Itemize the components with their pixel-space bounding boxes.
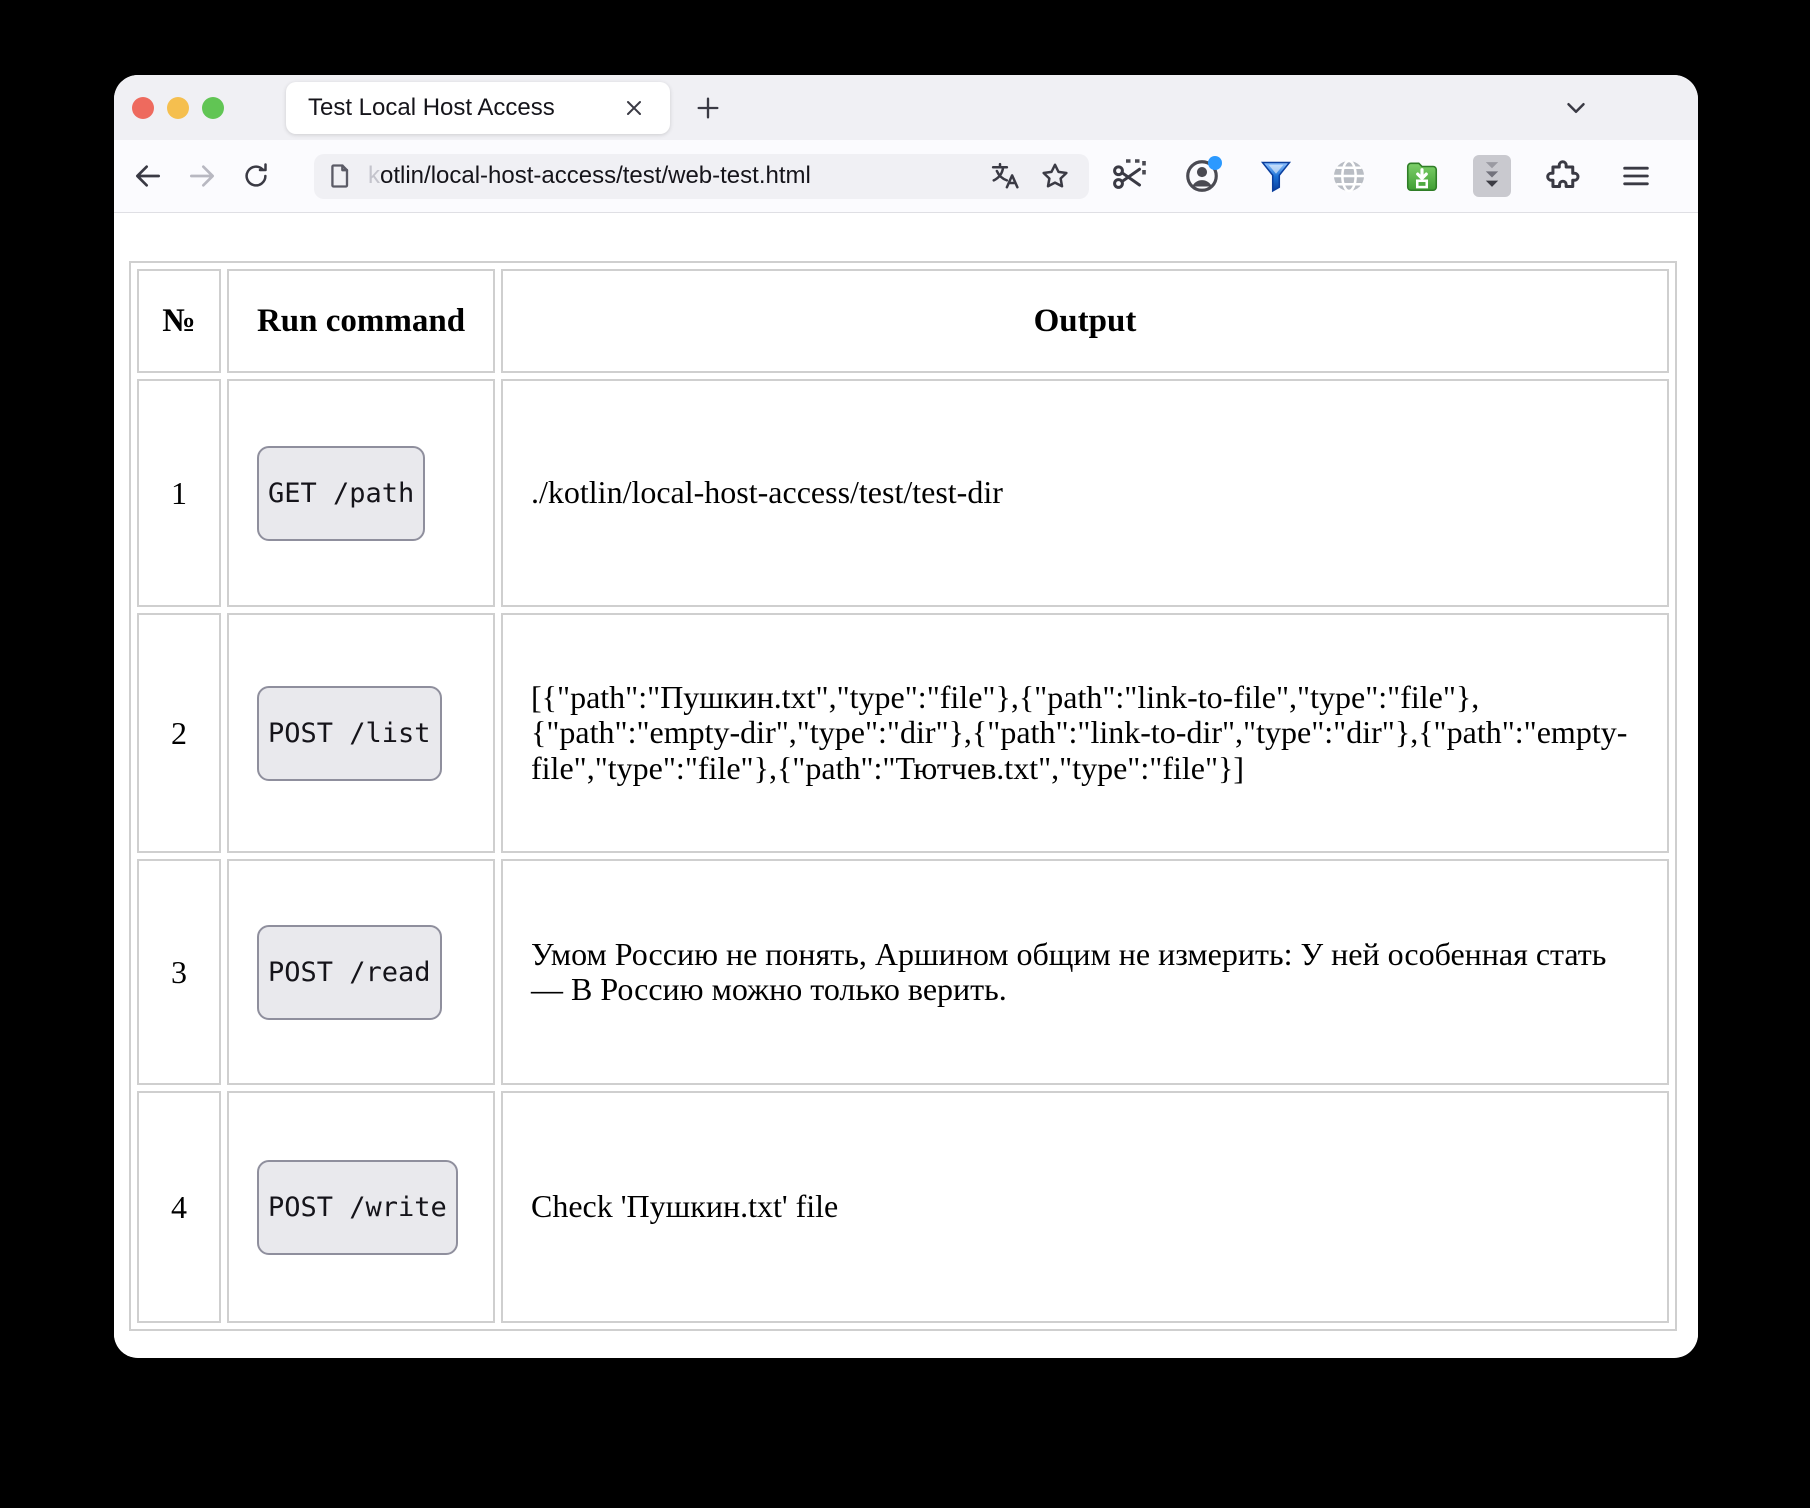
header-command: Run command	[227, 269, 495, 373]
row-number: 4	[137, 1091, 221, 1323]
reload-icon	[241, 161, 271, 191]
get-path-button[interactable]: GET /path	[257, 446, 425, 541]
screenshot-extension-button[interactable]	[1107, 154, 1151, 198]
menu-button[interactable]	[1614, 154, 1658, 198]
close-window-button[interactable]	[132, 97, 154, 119]
account-extension-button[interactable]	[1180, 154, 1224, 198]
window-controls	[132, 97, 224, 119]
back-arrow-icon	[132, 160, 164, 192]
extension-toolbar	[1107, 154, 1658, 198]
browser-window: Test Local Host Access kotli	[114, 75, 1698, 1358]
forward-arrow-icon	[186, 160, 218, 192]
table-row: 2 POST /list [{"path":"Пушкин.txt","type…	[137, 613, 1669, 853]
table-row: 4 POST /write Check 'Пушкин.txt' file	[137, 1091, 1669, 1323]
green-folder-download-icon	[1403, 157, 1441, 195]
row-number: 2	[137, 613, 221, 853]
triple-down-arrows-icon	[1479, 159, 1505, 193]
browser-tab[interactable]: Test Local Host Access	[286, 82, 670, 134]
maximize-window-button[interactable]	[202, 97, 224, 119]
test-results-table: № Run command Output 1 GET /path ./kotli…	[129, 261, 1677, 1331]
bookmark-button[interactable]	[1033, 154, 1077, 198]
header-output: Output	[501, 269, 1669, 373]
url-text: kotlin/local-host-access/test/web-test.h…	[368, 162, 983, 190]
page-icon	[326, 162, 354, 190]
filter-extension-button[interactable]	[1254, 154, 1298, 198]
extensions-button[interactable]	[1541, 154, 1585, 198]
list-all-tabs-button[interactable]	[1554, 86, 1598, 130]
funnel-icon	[1258, 158, 1294, 194]
tab-bar: Test Local Host Access	[114, 75, 1698, 140]
scroll-down-extension-button[interactable]	[1473, 155, 1511, 197]
globe-icon	[1330, 157, 1368, 195]
url-bar[interactable]: kotlin/local-host-access/test/web-test.h…	[314, 154, 1089, 199]
translate-button[interactable]	[983, 154, 1027, 198]
puzzle-piece-icon	[1545, 158, 1581, 194]
url-faded-char: k	[368, 162, 380, 189]
scissors-icon	[1111, 158, 1147, 194]
table-row: 1 GET /path ./kotlin/local-host-access/t…	[137, 379, 1669, 607]
tab-title: Test Local Host Access	[308, 94, 612, 122]
back-button[interactable]	[126, 154, 170, 198]
row-number: 1	[137, 379, 221, 607]
output-cell: [{"path":"Пушкин.txt","type":"file"},{"p…	[501, 613, 1669, 853]
save-folder-extension-button[interactable]	[1400, 154, 1444, 198]
output-cell: Check 'Пушкин.txt' file	[501, 1091, 1669, 1323]
chevron-down-icon	[1561, 93, 1591, 123]
close-tab-button[interactable]	[612, 86, 656, 130]
new-tab-button[interactable]	[686, 86, 730, 130]
page-content: № Run command Output 1 GET /path ./kotli…	[114, 213, 1698, 1357]
post-list-button[interactable]: POST /list	[257, 686, 442, 781]
translate-icon	[990, 161, 1020, 191]
hamburger-menu-icon	[1619, 159, 1653, 193]
table-row: 3 POST /read Умом Россию не понять, Арши…	[137, 859, 1669, 1085]
plus-icon	[694, 94, 722, 122]
header-num: №	[137, 269, 221, 373]
output-cell: ./kotlin/local-host-access/test/test-dir	[501, 379, 1669, 607]
forward-button[interactable]	[180, 154, 224, 198]
post-read-button[interactable]: POST /read	[257, 925, 442, 1020]
minimize-window-button[interactable]	[167, 97, 189, 119]
navigation-toolbar: kotlin/local-host-access/test/web-test.h…	[114, 140, 1698, 213]
close-icon	[622, 96, 646, 120]
output-cell: Умом Россию не понять, Аршином общим не …	[501, 859, 1669, 1085]
post-write-button[interactable]: POST /write	[257, 1160, 458, 1255]
star-icon	[1040, 161, 1070, 191]
table-header-row: № Run command Output	[137, 269, 1669, 373]
row-number: 3	[137, 859, 221, 1085]
globe-extension-button[interactable]	[1327, 154, 1371, 198]
reload-button[interactable]	[234, 154, 278, 198]
